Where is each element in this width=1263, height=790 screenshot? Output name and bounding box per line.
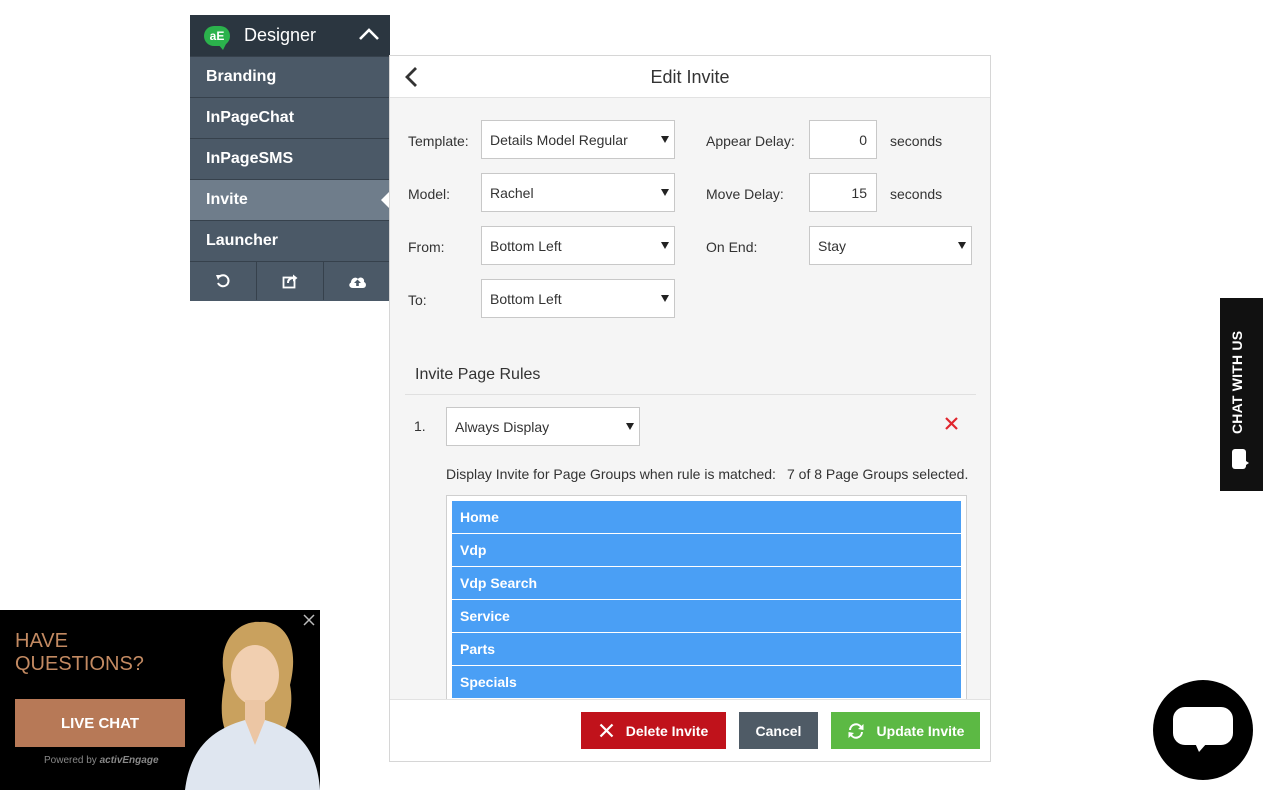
panel-header: Edit Invite (390, 56, 990, 98)
delete-rule-icon[interactable] (944, 416, 959, 436)
rule-number: 1. (414, 418, 426, 434)
page-group-item[interactable]: Specials (452, 666, 961, 698)
nav-item-branding[interactable]: Branding (190, 56, 390, 97)
seconds-label: seconds (890, 133, 943, 149)
designer-title: Designer (244, 25, 317, 45)
agent-photo (185, 621, 320, 790)
on-end-value: Stay (818, 237, 847, 254)
nav-item-inpagechat[interactable]: InPageChat (190, 97, 390, 138)
model-select[interactable]: Rachel (481, 173, 675, 212)
live-chat-promo: HAVE QUESTIONS? LIVE CHAT Powered by act… (0, 610, 320, 790)
page-group-item[interactable]: Vdp (452, 534, 961, 566)
dropdown-caret-icon (661, 295, 669, 302)
nav-item-inpagesms[interactable]: InPageSMS (190, 138, 390, 179)
undo-icon (216, 274, 230, 288)
dropdown-caret-icon (661, 189, 669, 196)
page-group-item[interactable]: Parts (452, 633, 961, 665)
cancel-button[interactable]: Cancel (739, 712, 818, 749)
move-delay-value: 15 (851, 184, 867, 201)
from-select[interactable]: Bottom Left (481, 226, 675, 265)
dropdown-caret-icon (626, 423, 634, 430)
template-select[interactable]: Details Model Regular (481, 120, 675, 159)
divider (405, 394, 976, 395)
nav-item-launcher[interactable]: Launcher (190, 220, 390, 261)
model-label: Model: (408, 186, 451, 202)
to-label: To: (408, 292, 427, 308)
cloud-upload-icon (348, 277, 366, 288)
move-delay-input[interactable]: 15 (809, 173, 877, 212)
promo-headline: HAVE QUESTIONS? (15, 630, 144, 675)
nav-item-label: Launcher (206, 232, 279, 249)
designer-sidebar: aE Designer Branding InPageChat InPageSM… (190, 15, 390, 301)
dropdown-caret-icon (661, 136, 669, 143)
from-label: From: (408, 239, 445, 255)
chat-with-us-tab[interactable]: CHAT WITH US (1220, 298, 1263, 491)
rule-select[interactable]: Always Display (446, 407, 640, 446)
page-group-item[interactable]: Vdp Search (452, 567, 961, 599)
live-chat-button[interactable]: LIVE CHAT (15, 699, 185, 747)
designer-toolbar (190, 261, 390, 300)
page-group-item[interactable]: Home (452, 501, 961, 533)
dropdown-caret-icon (661, 242, 669, 249)
on-end-select[interactable]: Stay (809, 226, 972, 265)
delete-invite-button[interactable]: Delete Invite (581, 712, 726, 749)
rule-description: Display Invite for Page Groups when rule… (446, 466, 776, 482)
nav-item-label: InPageChat (206, 109, 295, 126)
edit-invite-panel: Edit Invite Template: Details Model Regu… (389, 55, 991, 762)
share-button[interactable] (257, 262, 324, 300)
panel-footer: Delete Invite Cancel Update Invite (390, 699, 990, 761)
seconds-label: seconds (890, 186, 943, 202)
rule-value: Always Display (455, 418, 550, 435)
from-value: Bottom Left (490, 237, 562, 254)
model-value: Rachel (490, 184, 534, 201)
page-group-item[interactable]: Service (452, 600, 961, 632)
to-select[interactable]: Bottom Left (481, 279, 675, 318)
template-label: Template: (408, 133, 469, 149)
page-groups-list[interactable]: Home Vdp Vdp Search Service Parts Specia… (446, 495, 967, 700)
update-invite-button[interactable]: Update Invite (831, 712, 980, 749)
nav-item-label: InPageSMS (206, 150, 294, 167)
move-delay-label: Move Delay: (706, 186, 784, 202)
activengage-logo: aE (204, 25, 230, 50)
invite-page-rules-title: Invite Page Rules (415, 366, 541, 383)
template-value: Details Model Regular (490, 131, 628, 148)
powered-by: Powered by activEngage (44, 755, 159, 766)
designer-header[interactable]: aE Designer (190, 15, 390, 56)
to-value: Bottom Left (490, 290, 562, 307)
chat-bubble-icon (1173, 707, 1233, 752)
panel-title: Edit Invite (650, 67, 730, 87)
appear-delay-label: Appear Delay: (706, 133, 795, 149)
chat-with-us-label: CHAT WITH US (1229, 330, 1245, 434)
nav-item-label: Branding (206, 68, 277, 85)
chat-launcher-button[interactable] (1153, 680, 1253, 780)
chat-icon (1232, 449, 1249, 469)
nav-item-label: Invite (206, 191, 248, 208)
page-groups-count: 7 of 8 Page Groups selected. (787, 466, 969, 482)
upload-button[interactable] (324, 262, 390, 300)
appear-delay-value: 0 (859, 131, 867, 148)
dropdown-caret-icon (958, 242, 966, 249)
close-icon (599, 723, 614, 738)
share-icon (282, 274, 298, 289)
undo-button[interactable] (190, 262, 257, 300)
appear-delay-input[interactable]: 0 (809, 120, 877, 159)
nav-item-invite[interactable]: Invite (190, 179, 390, 220)
on-end-label: On End: (706, 239, 758, 255)
refresh-icon (848, 722, 864, 739)
chevron-up-icon[interactable] (358, 27, 380, 46)
